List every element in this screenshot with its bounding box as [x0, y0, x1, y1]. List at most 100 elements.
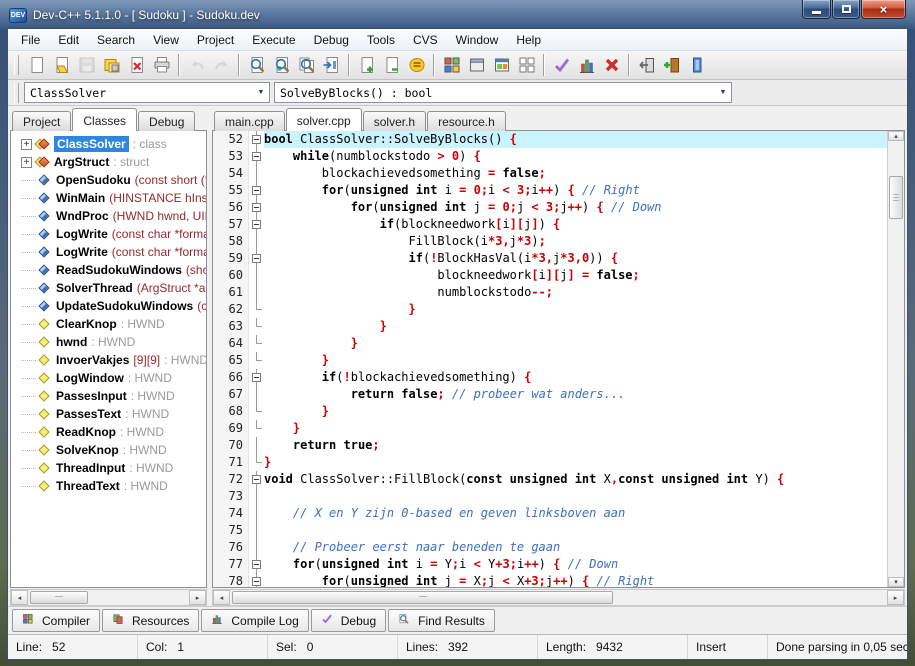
fold-margin[interactable] [249, 182, 264, 199]
left-panel-hscrollbar[interactable]: ◂ ▸ [10, 589, 207, 606]
bookmark-button[interactable] [684, 53, 709, 78]
remove-file-button[interactable] [379, 53, 404, 78]
save-all-button[interactable] [99, 53, 124, 78]
fold-margin[interactable] [249, 488, 264, 505]
project-properties-button[interactable] [404, 53, 429, 78]
fold-margin[interactable] [249, 131, 264, 148]
editor-tab-resource-h[interactable]: resource.h [427, 111, 506, 131]
tree-item-solverthread[interactable]: SolverThread (ArgStruct *a [11, 279, 206, 297]
fold-margin[interactable] [249, 386, 264, 403]
tab-project[interactable]: Project [12, 111, 72, 131]
tree-item-hwnd[interactable]: hwnd: HWND [11, 333, 206, 351]
bottom-tab-compile-log[interactable]: Compile Log [201, 609, 309, 632]
tree-item-readknop[interactable]: ReadKnop: HWND [11, 423, 206, 441]
scroll-up-icon[interactable]: ▴ [888, 131, 904, 141]
fold-margin[interactable] [249, 199, 264, 216]
tree-item-invoervakjes[interactable]: InvoerVakjes [9][9]: HWND [11, 351, 206, 369]
menu-execute[interactable]: Execute [243, 29, 304, 50]
fold-collapse-icon[interactable] [252, 560, 261, 569]
fold-collapse-icon[interactable] [252, 254, 261, 263]
editor-tab-main-cpp[interactable]: main.cpp [214, 111, 285, 131]
scroll-right-icon[interactable]: ▸ [189, 590, 206, 605]
tree-item-threadinput[interactable]: ThreadInput: HWND [11, 459, 206, 477]
close-button[interactable]: × [861, 0, 906, 19]
tree-item-readsudokuwindows[interactable]: ReadSudokuWindows(sho [11, 261, 206, 279]
fold-margin[interactable] [249, 454, 264, 471]
goto-function-button[interactable] [319, 53, 344, 78]
editor-tab-solver-h[interactable]: solver.h [362, 111, 427, 131]
editor-tab-solver-cpp[interactable]: solver.cpp [285, 108, 362, 131]
tree-item-updatesudokuwindows[interactable]: UpdateSudokuWindows(c [11, 297, 206, 315]
fold-margin[interactable] [249, 573, 264, 587]
new-source-button[interactable] [354, 53, 379, 78]
menu-search[interactable]: Search [88, 29, 144, 50]
compile-and-run-button[interactable] [489, 53, 514, 78]
menu-edit[interactable]: Edit [49, 29, 88, 50]
scroll-left-icon[interactable]: ◂ [213, 590, 230, 605]
fold-collapse-icon[interactable] [252, 135, 261, 144]
find-in-files-button[interactable] [294, 53, 319, 78]
chevron-down-icon[interactable]: ▼ [715, 89, 731, 96]
open-project-button[interactable] [49, 53, 74, 78]
scroll-down-icon[interactable]: ▾ [888, 577, 904, 587]
tab-debug[interactable]: Debug [138, 111, 196, 131]
stop-execution-button[interactable] [599, 53, 624, 78]
chevron-down-icon[interactable]: ▼ [253, 89, 269, 96]
menu-project[interactable]: Project [188, 29, 243, 50]
fold-collapse-icon[interactable] [252, 152, 261, 161]
tree-item-classsolver[interactable]: + ClassSolver: class [11, 135, 206, 153]
exit-door-button[interactable] [634, 53, 659, 78]
fold-margin[interactable] [249, 148, 264, 165]
save-button[interactable] [74, 53, 99, 78]
fold-margin[interactable] [249, 267, 264, 284]
expand-icon[interactable]: + [21, 138, 32, 150]
fold-margin[interactable] [249, 233, 264, 250]
fold-margin[interactable] [249, 403, 264, 420]
fold-collapse-icon[interactable] [252, 373, 261, 382]
profile-button[interactable] [574, 53, 599, 78]
tree-item-logwrite[interactable]: LogWrite (const char *forma [11, 243, 206, 261]
editor-hscrollbar[interactable]: ◂ ▸ [212, 589, 905, 606]
fold-margin[interactable] [249, 539, 264, 556]
replace-button[interactable] [269, 53, 294, 78]
menu-help[interactable]: Help [507, 29, 550, 50]
menu-tools[interactable]: Tools [358, 29, 404, 50]
member-combo[interactable]: SolveByBlocks() : bool ▼ [274, 82, 732, 103]
fold-margin[interactable] [249, 437, 264, 454]
find-button[interactable] [244, 53, 269, 78]
fold-margin[interactable] [249, 284, 264, 301]
scroll-left-icon[interactable]: ◂ [11, 590, 28, 605]
maximize-button[interactable] [832, 0, 860, 19]
minimize-button[interactable] [802, 0, 831, 19]
menu-file[interactable]: File [12, 29, 49, 50]
bottom-tab-debug[interactable]: Debug [310, 609, 387, 632]
fold-margin[interactable] [249, 301, 264, 318]
rebuild-all-button[interactable] [514, 53, 539, 78]
menu-cvs[interactable]: CVS [404, 29, 447, 50]
tree-item-clearknop[interactable]: ClearKnop: HWND [11, 315, 206, 333]
scrollbar-thumb[interactable] [30, 591, 88, 604]
bottom-tab-find-results[interactable]: Find Results [388, 609, 495, 632]
redo-button[interactable] [209, 53, 234, 78]
tree-item-threadtext[interactable]: ThreadText: HWND [11, 477, 206, 495]
compile-button[interactable] [439, 53, 464, 78]
fold-collapse-icon[interactable] [252, 475, 261, 484]
bottom-tab-compiler[interactable]: Compiler [12, 609, 101, 632]
scrollbar-thumb[interactable] [889, 175, 903, 220]
run-button[interactable] [464, 53, 489, 78]
tree-item-winmain[interactable]: WinMain(HINSTANCE hInsta [11, 189, 206, 207]
expand-icon[interactable]: + [21, 156, 32, 168]
tree-item-wndproc[interactable]: WndProc(HWND hwnd, UINT [11, 207, 206, 225]
tree-item-solveknop[interactable]: SolveKnop: HWND [11, 441, 206, 459]
bottom-tab-resources[interactable]: Resources [102, 609, 200, 632]
tree-item-argstruct[interactable]: + ArgStruct: struct [11, 153, 206, 171]
fold-margin[interactable] [249, 369, 264, 386]
import-door-button[interactable] [659, 53, 684, 78]
tree-item-logwindow[interactable]: LogWindow: HWND [11, 369, 206, 387]
fold-collapse-icon[interactable] [252, 577, 261, 586]
print-button[interactable] [149, 53, 174, 78]
menu-debug[interactable]: Debug [305, 29, 358, 50]
editor-vscrollbar[interactable]: ▴ ▾ [887, 131, 904, 587]
fold-margin[interactable] [249, 335, 264, 352]
tree-item-passesinput[interactable]: PassesInput: HWND [11, 387, 206, 405]
